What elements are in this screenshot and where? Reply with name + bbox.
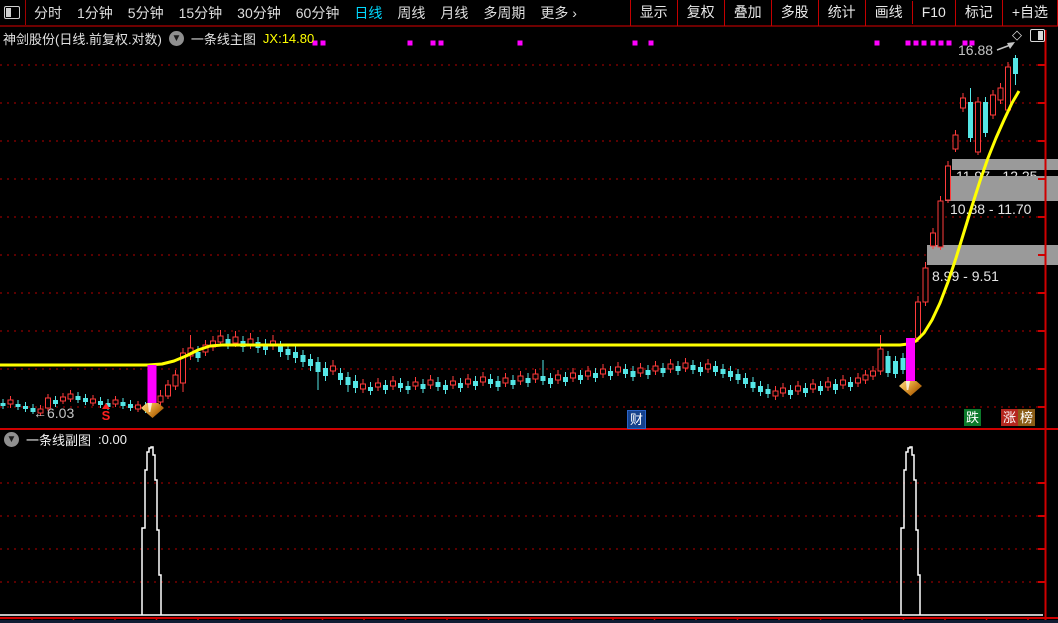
wealth-badge[interactable]: 财 [627, 410, 647, 429]
rank-badge[interactable]: 榜 [1018, 409, 1036, 426]
main-indicator-name[interactable]: 一条线主图 [191, 29, 256, 48]
fall-badge[interactable]: 跌 [964, 409, 982, 426]
layout-window-icon[interactable] [4, 6, 20, 19]
buy-gem-icon [899, 381, 922, 396]
chart-borders [0, 30, 1058, 622]
svg-text:16.88: 16.88 [958, 42, 993, 58]
price-annotations: 16.88 ←6.03 [33, 42, 1015, 421]
stock-title: 神剑股份(日线.前复权.对数) [3, 32, 162, 47]
toolbar-button[interactable]: F10 [911, 1, 955, 24]
toolbar-button[interactable]: 复权 [676, 0, 724, 26]
buy-gem-icon [141, 403, 164, 418]
buy-signal-bars [147, 338, 915, 403]
svg-text:8.99 - 9.51: 8.99 - 9.51 [932, 268, 999, 284]
period-tab[interactable]: 1分钟 [77, 3, 113, 23]
toolbar-divider [25, 0, 26, 25]
toolbar-button[interactable]: 统计 [817, 0, 865, 26]
svg-text:←6.03: ←6.03 [33, 405, 74, 421]
toolbar-button[interactable]: 显示 [629, 0, 677, 26]
signal-dots [312, 40, 975, 46]
period-tab[interactable]: 60分钟 [296, 3, 340, 23]
period-tab[interactable]: 月线 [440, 3, 468, 23]
main-indicator-line [0, 90, 1021, 367]
period-tab[interactable]: 5分钟 [128, 3, 164, 23]
chevron-down-icon[interactable]: ▼ [4, 432, 19, 447]
gap-zones: 11.97 - 12.25 10.88 - 11.70 8.99 - 9.51 [927, 159, 1058, 284]
period-tab[interactable]: 多周期 [483, 3, 525, 23]
sub-indicator-value: :0.00 [98, 432, 127, 447]
sell-signal-marker: S [99, 403, 113, 422]
header-right-icons: ◇ [1012, 27, 1045, 43]
toolbar-button[interactable]: 多股 [770, 0, 818, 26]
rise-badge[interactable]: 涨 [1001, 409, 1019, 426]
subchart-spikes [141, 446, 921, 615]
period-tab[interactable]: 日线 [354, 3, 382, 23]
period-tab[interactable]: 15分钟 [179, 3, 223, 23]
split-window-icon[interactable] [1030, 28, 1045, 42]
period-tab[interactable]: 周线 [397, 3, 425, 23]
main-gridlines [0, 64, 1045, 408]
toolbar-button[interactable]: 画线 [864, 0, 912, 26]
svg-text:11.97 - 12.25: 11.97 - 12.25 [956, 168, 1038, 184]
period-tab[interactable]: 更多 › [540, 3, 577, 23]
sub-indicator-name[interactable]: 一条线副图 [26, 430, 91, 449]
sub-gridlines [0, 482, 1045, 583]
svg-text:10.88 - 11.70: 10.88 - 11.70 [950, 201, 1032, 217]
period-tabs: 分时 1分钟 5分钟 15分钟 30分钟 60分钟 日线 周线 月线 多周期 更多 › [34, 3, 577, 23]
period-tab[interactable]: 分时 [34, 3, 62, 23]
period-tab[interactable]: 30分钟 [237, 3, 281, 23]
chart-header: 神剑股份(日线.前复权.对数) ▼ 一条线主图 JX:14.80 [3, 29, 314, 48]
chevron-down-icon[interactable]: ▼ [168, 31, 184, 46]
chart-canvas: 11.97 - 12.2510.88 - 11.708.99 - 9.5116.… [0, 30, 1058, 623]
toolbar-button[interactable]: 叠加 [723, 0, 771, 26]
app-window: 分时 1分钟 5分钟 15分钟 30分钟 60分钟 日线 周线 月线 多周期 更多 › 显示 复权 叠加… [0, 0, 1058, 623]
toolbar-button[interactable]: 标记 [954, 0, 1002, 26]
toolbar-buttons: 显示 复权 叠加 多股 统计 画线 F10 标记 +自选 [629, 0, 1058, 26]
candlestick-series [0, 55, 1018, 416]
subchart-header: ▼ 一条线副图 :0.00 [4, 430, 127, 449]
diamond-icon[interactable]: ◇ [1012, 27, 1022, 43]
toolbar-button[interactable]: +自选 [1001, 0, 1058, 26]
main-indicator-value: JX:14.80 [262, 31, 315, 46]
top-toolbar: 分时 1分钟 5分钟 15分钟 30分钟 60分钟 日线 周线 月线 多周期 更多 › 显示 复权 叠加… [0, 0, 1058, 27]
